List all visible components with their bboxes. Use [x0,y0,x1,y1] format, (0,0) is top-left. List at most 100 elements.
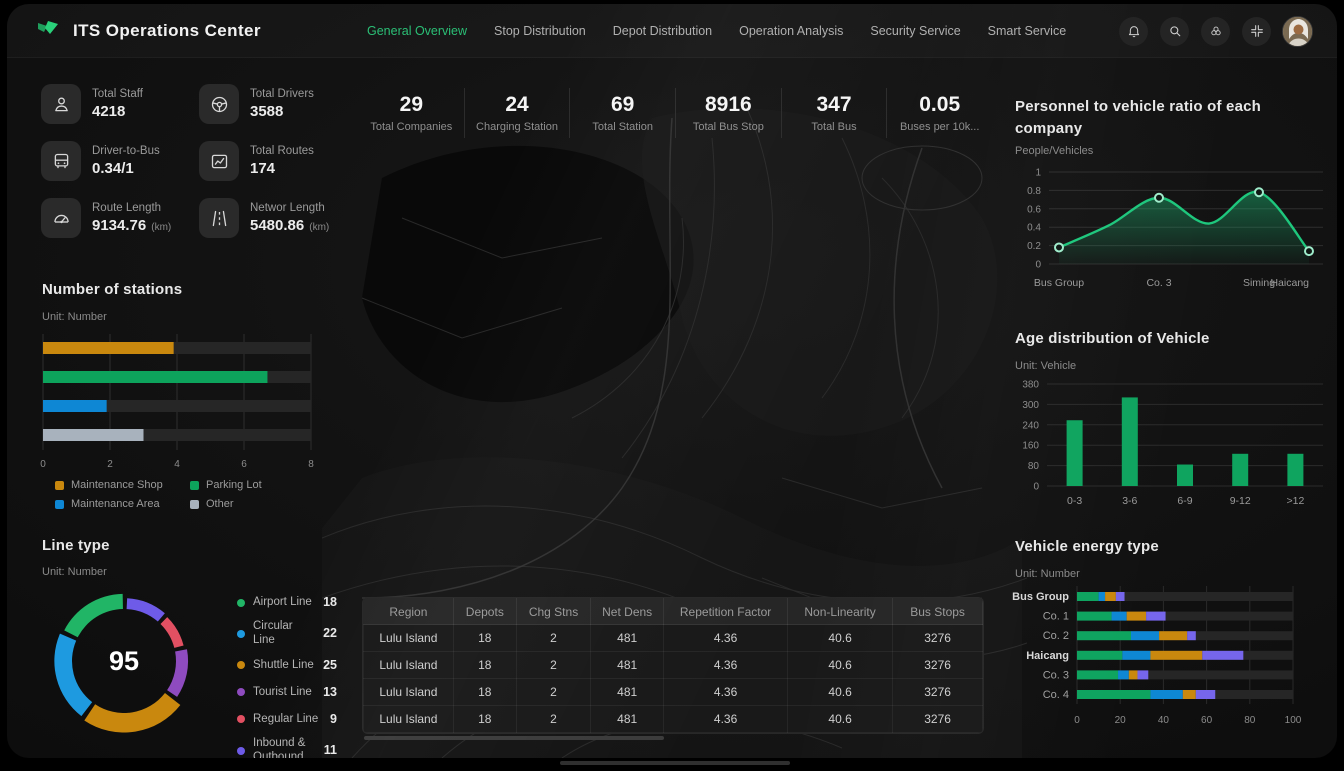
svg-text:Co. 4: Co. 4 [1043,689,1069,701]
table-header-bus-stops: Bus Stops [893,599,983,625]
stat-icon-tile [199,84,239,124]
stat-card-networ-length: Networ Length5480.86(km) [199,198,343,238]
svg-text:Haicang: Haicang [1270,277,1309,289]
kpi-total-station: 69Total Station [569,88,675,138]
app-title: ITS Operations Center [73,21,261,41]
search-icon [1167,23,1183,39]
energy-type-chart: 020406080100Bus GroupCo. 1Co. 2HaicangCo… [1007,580,1337,737]
stat-card-total-routes: Total Routes 174 [199,141,343,181]
legend-value: 9 [330,712,337,726]
svg-text:0.6: 0.6 [1027,204,1041,215]
stat-value: 174 [250,160,314,177]
kpi-label: Total Bus [811,121,856,133]
table-cell: 18 [453,679,516,706]
dashboard: ITS Operations Center General Overview St… [7,4,1337,758]
road-icon [209,208,230,229]
user-avatar[interactable] [1282,16,1313,47]
header-actions [1119,4,1271,58]
table-cell: 40.6 [787,706,892,733]
legend-item-maintenance-shop[interactable]: Maintenance Shop [55,479,190,491]
steering-wheel-icon [209,94,230,115]
svg-text:3-6: 3-6 [1122,495,1137,507]
donut-total: 95 [109,646,139,676]
stat-icon-tile [199,141,239,181]
legend-value: 22 [323,626,337,640]
stat-label: Total Staff [92,88,143,100]
svg-text:0.4: 0.4 [1027,223,1041,234]
legend-label: Regular Line [253,712,322,726]
nav-item-depot-distribution[interactable]: Depot Distribution [613,24,712,38]
legend-item-other[interactable]: Other [190,498,325,510]
route-map-icon [209,151,230,172]
legend-label: Maintenance Shop [71,479,163,491]
app-logo [35,18,61,44]
stat-card-total-staff: Total Staff4218 [41,84,199,124]
nav-item-security-service[interactable]: Security Service [870,24,960,38]
svg-text:Bus Group: Bus Group [1034,277,1084,289]
legend-item-airport-line[interactable]: Airport Line18 [237,592,337,612]
table-cell: 481 [591,706,664,733]
table-row: Lulu Island1824814.3640.63276 [364,706,983,733]
table-cell: Lulu Island [364,706,454,733]
stat-label: Networ Length [250,202,329,214]
apps-button[interactable] [1201,17,1230,46]
notifications-button[interactable] [1119,17,1148,46]
stat-value: 0.34/1 [92,160,160,177]
legend-label: Shuttle Line [253,658,315,672]
svg-text:0.2: 0.2 [1027,241,1041,252]
stations-chart: 02468 [37,328,319,481]
stations-title: Number of stations [42,281,182,298]
table-cell: 3276 [893,706,983,733]
stat-value: 9134.76(km) [92,217,171,234]
legend-item-maintenance-area[interactable]: Maintenance Area [55,498,190,510]
stat-unit: (km) [151,222,171,233]
legend-item-regular-line[interactable]: Regular Line 9 [237,709,337,729]
legend-item-circular-line[interactable]: Circular Line22 [237,619,337,648]
energy-unit: Unit: Number [1015,568,1080,580]
svg-text:Bus Group: Bus Group [1012,591,1069,603]
nav-item-general-overview[interactable]: General Overview [367,24,467,38]
table-row: Lulu Island1824814.3640.63276 [364,652,983,679]
kpi-value: 347 [817,94,852,115]
table-header-repetition-factor: Repetition Factor [664,599,788,625]
svg-text:Co. 1: Co. 1 [1043,611,1069,623]
svg-text:40: 40 [1158,715,1170,726]
table-cell: 481 [591,625,664,652]
kpi-value: 29 [400,94,423,115]
table-horizontal-scrollbar[interactable] [364,736,664,740]
svg-text:0-3: 0-3 [1067,495,1082,507]
personnel-ratio-chart: 10.80.60.40.20Bus GroupCo. 3SimingHaican… [1007,162,1332,309]
table-cell: 18 [453,652,516,679]
legend-marker [190,481,199,490]
svg-text:0: 0 [1074,715,1080,726]
svg-text:60: 60 [1201,715,1213,726]
table-cell: 4.36 [664,652,788,679]
fullscreen-button[interactable] [1242,17,1271,46]
svg-text:Co. 2: Co. 2 [1043,630,1069,642]
legend-marker [190,500,199,509]
search-button[interactable] [1160,17,1189,46]
svg-text:4: 4 [174,459,180,470]
legend-item-shuttle-line[interactable]: Shuttle Line 25 [237,655,337,675]
table-cell: 40.6 [787,652,892,679]
legend-marker [237,661,245,669]
nav-item-smart-service[interactable]: Smart Service [988,24,1067,38]
age-title: Age distribution of Vehicle [1015,330,1210,347]
nav-item-operation-analysis[interactable]: Operation Analysis [739,24,843,38]
personnel-ratio-title: Personnel to vehicle ratio of each compa… [1015,96,1315,140]
svg-text:Co. 3: Co. 3 [1146,277,1171,289]
stat-label: Total Routes [250,145,314,157]
table-cell: 2 [516,706,590,733]
stat-icon-tile [199,198,239,238]
legend-item-parking-lot[interactable]: Parking Lot [190,479,325,491]
stat-value: 3588 [250,103,314,120]
legend-item-tourist-line[interactable]: Tourist Line13 [237,682,337,702]
legend-item-inbound-outbound[interactable]: Inbound & Outbound11 [237,736,337,758]
nav-item-stop-distribution[interactable]: Stop Distribution [494,24,586,38]
legend-value: 25 [323,658,337,672]
window-handle [560,761,790,765]
legend-marker [237,715,245,723]
table-cell: 3276 [893,625,983,652]
main-nav: General Overview Stop Distribution Depot D… [367,4,1066,58]
table-cell: 18 [453,625,516,652]
